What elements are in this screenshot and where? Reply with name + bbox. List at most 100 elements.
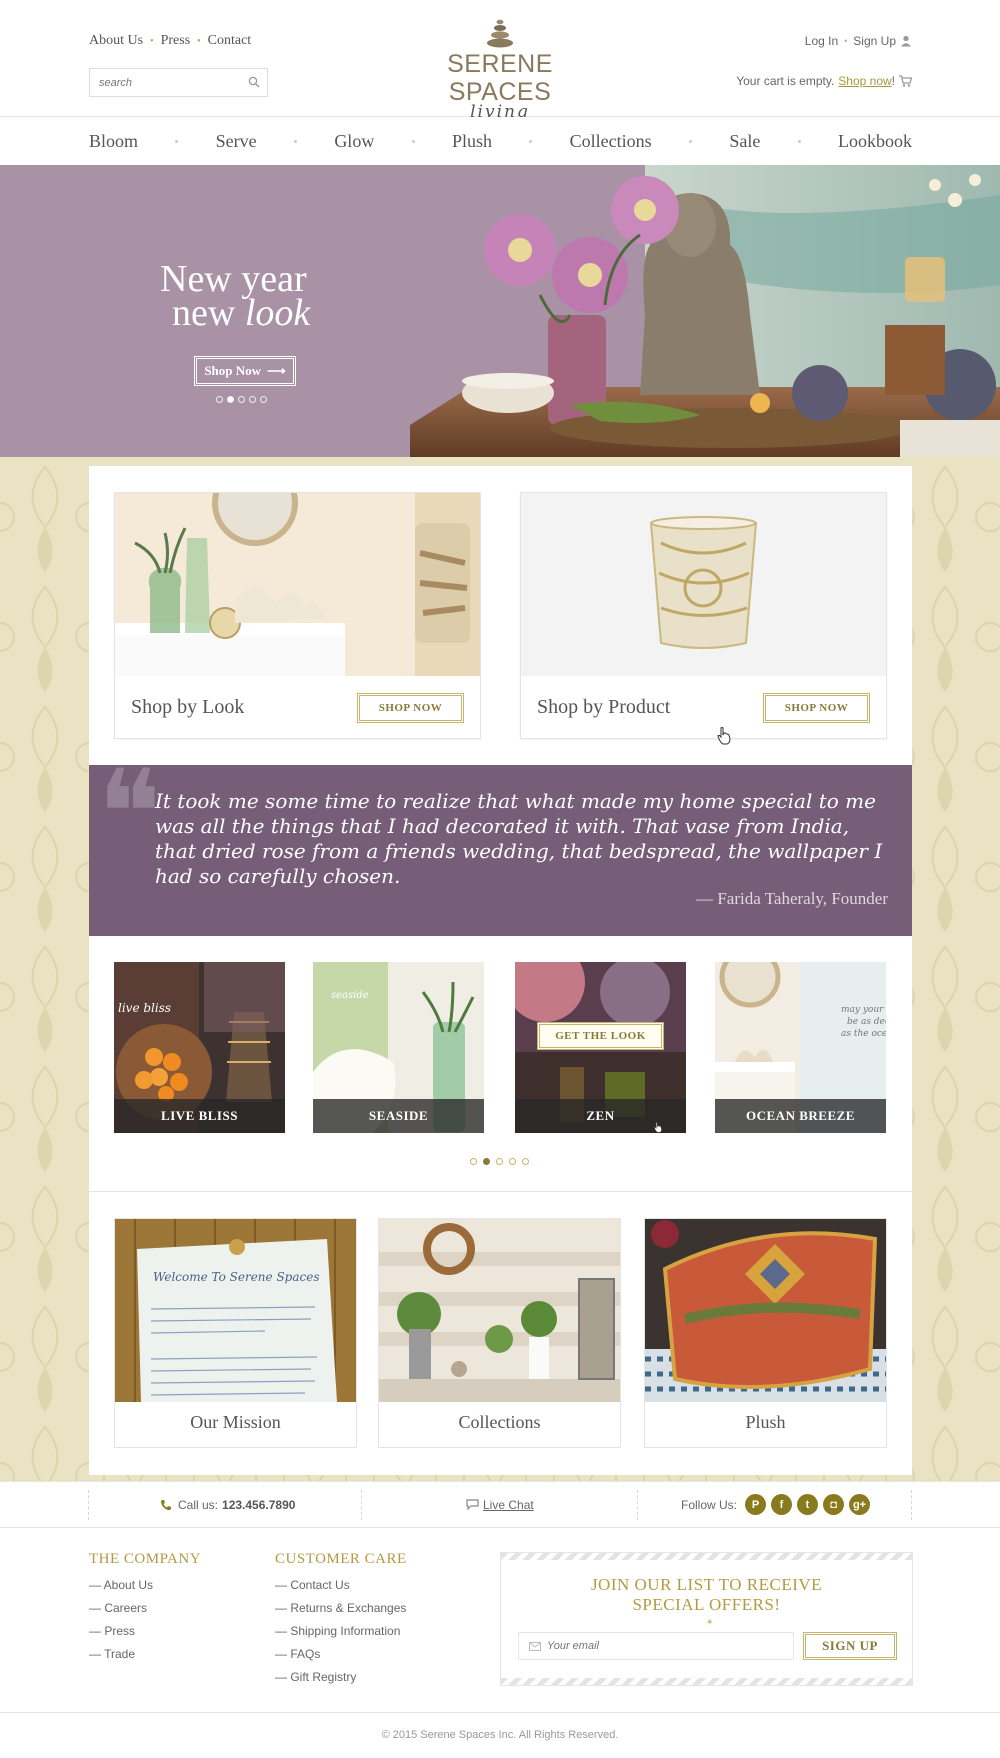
quote-text: It took me some time to realize that wha…: [155, 789, 883, 888]
slide-dot[interactable]: [238, 396, 245, 403]
shop-by-product-card[interactable]: Shop by Product SHOP NOW: [520, 492, 887, 745]
newsletter-heading: JOIN OUR LIST TO RECEIVE SPECIAL OFFERS!: [501, 1575, 912, 1615]
googleplus-icon[interactable]: g+: [849, 1494, 871, 1515]
slide-dot-active[interactable]: [227, 396, 234, 403]
look-overlay-text: live bliss: [118, 1001, 171, 1015]
nav-plush[interactable]: Plush: [452, 131, 492, 152]
company-heading: THE COMPANY: [89, 1551, 202, 1567]
twitter-icon[interactable]: t: [797, 1494, 819, 1515]
cart-status: Your cart is empty. Shop now!: [736, 74, 912, 88]
customer-care-heading: CUSTOMER CARE: [275, 1551, 407, 1567]
footer-returns-link[interactable]: — Returns & Exchanges: [275, 1597, 407, 1620]
nav-lookbook[interactable]: Lookbook: [838, 131, 912, 152]
plush-tile[interactable]: Plush: [644, 1218, 887, 1448]
look-caption: OCEAN BREEZE: [715, 1099, 886, 1133]
login-link[interactable]: Log In: [805, 34, 838, 48]
collections-caption: Collections: [458, 1412, 541, 1432]
live-chat[interactable]: Live Chat: [466, 1482, 534, 1527]
nav-separator: [797, 139, 801, 143]
hero-line-1: New year: [160, 258, 307, 300]
quote-author: — Farida Taheraly, Founder: [696, 889, 888, 908]
signup-link[interactable]: Sign Up: [853, 34, 896, 48]
shop-by-look-image: [115, 493, 480, 676]
nav-separator: [175, 139, 179, 143]
our-mission-image: Welcome To Serene Spaces: [115, 1219, 356, 1402]
about-us-link[interactable]: About Us: [89, 33, 143, 49]
follow-us-label: Follow Us:: [681, 1497, 738, 1512]
stripe-border: [501, 1553, 912, 1560]
footer-faqs-link[interactable]: — FAQs: [275, 1643, 407, 1666]
instagram-icon[interactable]: ◘: [823, 1494, 845, 1515]
call-us-label: Call us:: [178, 1497, 219, 1512]
shop-by-product-button[interactable]: SHOP NOW: [763, 693, 870, 723]
hand-cursor-icon: [654, 1122, 662, 1133]
contact-link[interactable]: Contact: [208, 33, 252, 49]
get-the-look-button[interactable]: GET THE LOOK: [537, 1022, 664, 1050]
pager-dot[interactable]: [509, 1158, 516, 1165]
footer-contact-link[interactable]: — Contact Us: [275, 1574, 407, 1597]
cart-icon[interactable]: [899, 75, 912, 87]
search-icon[interactable]: [248, 76, 260, 88]
pager-dot[interactable]: [470, 1158, 477, 1165]
separator-dot: •: [844, 36, 848, 46]
site-logo[interactable]: SERENE SPACES living: [400, 18, 600, 122]
look-live-bliss[interactable]: live bliss LIVE BLISS: [114, 962, 285, 1133]
look-overlay-text: may your life: [841, 1005, 886, 1015]
divider: [89, 1191, 912, 1192]
footer-press-link[interactable]: — Press: [89, 1620, 201, 1643]
hero-shop-now-button[interactable]: Shop Now ⟶: [194, 356, 296, 386]
pager-dot[interactable]: [496, 1158, 503, 1165]
nav-bloom[interactable]: Bloom: [89, 131, 138, 152]
nav-collections[interactable]: Collections: [570, 131, 652, 152]
phone-number[interactable]: 123.456.7890: [222, 1498, 295, 1512]
email-input[interactable]: [547, 1640, 767, 1652]
shop-by-look-card[interactable]: Shop by Look SHOP NOW: [114, 492, 481, 739]
quote-mark-icon: ❝: [97, 748, 162, 881]
look-overlay-text: seaside: [331, 990, 369, 1001]
nav-glow[interactable]: Glow: [334, 131, 374, 152]
shop-by-look-button[interactable]: SHOP NOW: [357, 693, 464, 723]
look-zen[interactable]: GET THE LOOK ZEN: [515, 962, 686, 1133]
slide-dot[interactable]: [249, 396, 256, 403]
bar-divider: [637, 1490, 638, 1520]
footer-about-link[interactable]: — About Us: [89, 1574, 201, 1597]
look-seaside[interactable]: seaside SEASIDE: [313, 962, 484, 1133]
look-ocean-breeze[interactable]: may your life be as deep as the ocean OC…: [715, 962, 886, 1133]
nav-sale[interactable]: Sale: [729, 131, 760, 152]
phone-icon: [161, 1499, 171, 1510]
social-icons: P f t ◘ g+: [745, 1494, 871, 1515]
pager-dot-active[interactable]: [483, 1158, 490, 1165]
footer-careers-link[interactable]: — Careers: [89, 1597, 201, 1620]
slide-dot[interactable]: [216, 396, 223, 403]
our-mission-tile[interactable]: Welcome To Serene Spaces Our Mission: [114, 1218, 357, 1448]
account-links: Log In • Sign Up: [805, 34, 912, 48]
divider-star-icon: ✶: [706, 1617, 714, 1627]
hero-line-2-plain: new: [172, 292, 245, 334]
collections-tile[interactable]: Collections: [378, 1218, 621, 1448]
envelope-icon: [529, 1641, 541, 1651]
footer-shipping-link[interactable]: — Shipping Information: [275, 1620, 407, 1643]
footer-trade-link[interactable]: — Trade: [89, 1643, 201, 1666]
bar-divider: [911, 1490, 912, 1520]
footer-gift-registry-link[interactable]: — Gift Registry: [275, 1666, 407, 1689]
hero-heading: New year new look: [160, 258, 310, 332]
pager-dot[interactable]: [522, 1158, 529, 1165]
press-link[interactable]: Press: [161, 33, 191, 49]
newsletter-box: JOIN OUR LIST TO RECEIVE SPECIAL OFFERS! …: [500, 1552, 913, 1686]
live-chat-link[interactable]: Live Chat: [483, 1498, 534, 1512]
slide-dot[interactable]: [260, 396, 267, 403]
shop-now-link[interactable]: Shop now: [838, 74, 891, 88]
plush-image: [645, 1219, 886, 1402]
copyright: © 2015 Serene Spaces Inc. All Rights Res…: [0, 1712, 1000, 1758]
shop-by-look-label: Shop by Look: [131, 696, 245, 718]
shop-by-product-image: [521, 493, 886, 676]
search-input[interactable]: [90, 69, 240, 96]
facebook-icon[interactable]: f: [771, 1494, 793, 1515]
top-links: About Us • Press • Contact: [89, 33, 251, 49]
email-field[interactable]: [518, 1632, 794, 1660]
nav-serve[interactable]: Serve: [216, 131, 257, 152]
arrow-right-icon: ⟶: [267, 363, 286, 378]
sign-up-button[interactable]: SIGN UP: [803, 1632, 897, 1660]
hero-banner: [0, 165, 1000, 457]
pinterest-icon[interactable]: P: [745, 1494, 767, 1515]
